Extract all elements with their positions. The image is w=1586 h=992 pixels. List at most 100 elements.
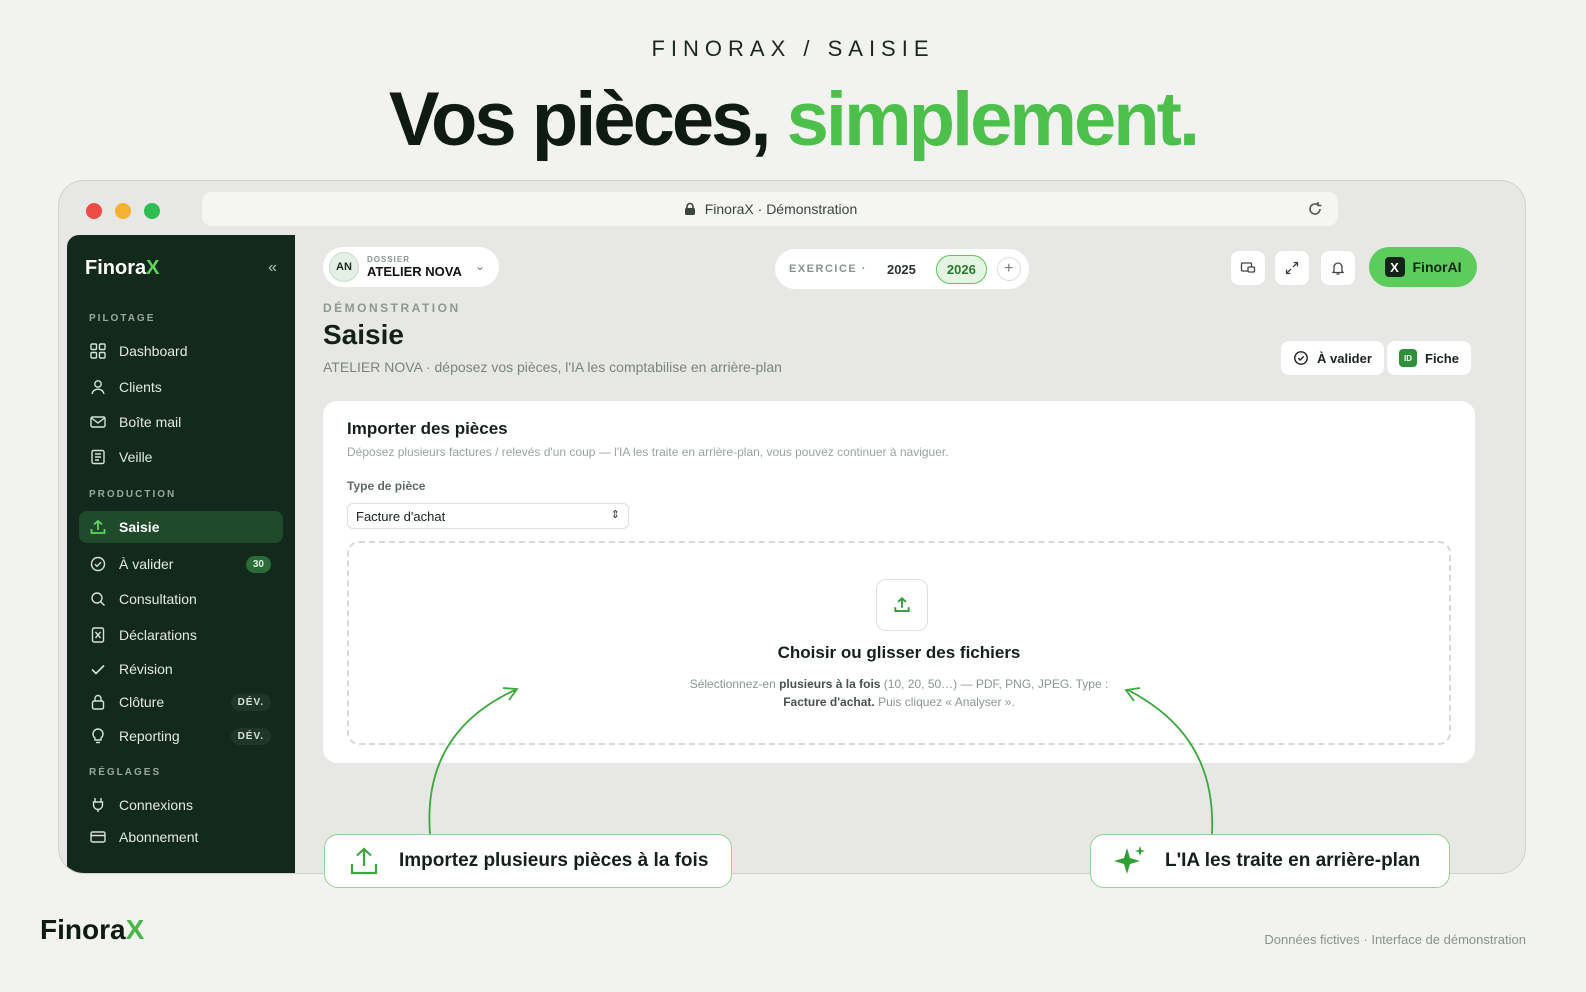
sidebar-item-revision[interactable]: Révision (79, 653, 283, 685)
page-title: Saisie (323, 319, 404, 350)
file-dropzone[interactable]: Choisir ou glisser des fichiers Sélectio… (347, 541, 1451, 745)
import-title: Importer des pièces (347, 419, 508, 438)
url-text: FinoraX · Démonstration (704, 201, 858, 217)
dossier-name: ATELIER NOVA (367, 264, 462, 279)
dev-badge: DÉV. (230, 727, 271, 745)
piece-type-select[interactable]: Facture d'achat ⇕ (347, 503, 629, 529)
dossier-avatar: AN (329, 252, 359, 282)
sidebar-item-dashboard[interactable]: Dashboard (79, 335, 283, 367)
finorai-logo: X (1384, 257, 1405, 277)
user-icon (91, 380, 105, 395)
page-subtitle: ATELIER NOVA · déposez vos pièces, l'IA … (323, 359, 782, 375)
sidebar-item-reporting[interactable]: Reporting DÉV. (79, 720, 283, 752)
section-reglages: RÉGLAGES (89, 767, 162, 778)
check-circle-icon (90, 556, 106, 572)
sidebar-item-label: À valider (119, 556, 174, 572)
search-icon (91, 592, 105, 606)
sidebar-brand[interactable]: FinoraX (85, 257, 159, 280)
sidebar-item-label: Abonnement (119, 829, 199, 845)
year-2026-button[interactable]: 2026 (935, 254, 987, 284)
sidebar-item-declarations[interactable]: Déclarations (79, 619, 283, 651)
check-icon (91, 664, 105, 675)
select-arrows-icon: ⇕ (610, 509, 620, 521)
footer-brand-name: Finora (40, 914, 126, 945)
check-circle-icon (1294, 351, 1308, 365)
piece-type-value: Facture d'achat (356, 508, 446, 524)
page-eyebrow: DÉMONSTRATION (323, 301, 461, 315)
newspaper-icon (91, 449, 105, 465)
close-window-dot[interactable] (86, 203, 102, 219)
grid-icon (90, 343, 106, 359)
dossier-label: DOSSIER (367, 255, 411, 264)
import-card: Importer des pièces Déposez plusieurs fa… (323, 401, 1475, 763)
fullscreen-button[interactable] (1275, 251, 1309, 285)
year-2025-button[interactable]: 2025 (877, 256, 926, 283)
brand-name: Finora (85, 257, 147, 279)
hero-title-main: Vos pièces, (388, 77, 787, 162)
footer-brand-x: X (125, 914, 145, 945)
lock-icon (91, 694, 105, 710)
lightbulb-icon (92, 728, 104, 744)
section-production: PRODUCTION (89, 489, 177, 500)
sidebar-item-saisie[interactable]: Saisie (79, 511, 283, 543)
a-valider-button[interactable]: À valider (1281, 341, 1384, 375)
sidebar-item-label: Consultation (119, 591, 197, 607)
collapse-sidebar-icon[interactable]: « (268, 259, 277, 277)
sidebar-item-veille[interactable]: Veille (79, 441, 283, 473)
window-switch-button[interactable] (1231, 251, 1265, 285)
dossier-text: DOSSIER ATELIER NOVA (367, 255, 462, 279)
dossier-selector[interactable]: AN DOSSIER ATELIER NOVA ⌄ (323, 247, 499, 287)
sidebar-item-cloture[interactable]: Clôture DÉV. (79, 686, 283, 718)
footer-note: Données fictives · Interface de démonstr… (1264, 932, 1526, 947)
sidebar-item-clients[interactable]: Clients (79, 371, 283, 403)
hint-bold: Facture d'achat. (783, 695, 875, 709)
sidebar-item-connexions[interactable]: Connexions (79, 789, 283, 821)
fiche-label: Fiche (1425, 350, 1459, 366)
expand-icon (1285, 261, 1299, 275)
hero-title: Vos pièces, simplement. (0, 76, 1586, 163)
add-year-button[interactable]: + (996, 257, 1021, 281)
upload-icon (894, 597, 910, 613)
plug-icon (92, 798, 104, 812)
sidebar-item-mail[interactable]: Boîte mail (79, 406, 283, 438)
upload-button[interactable] (876, 579, 928, 631)
hint-part: Puis cliquez « Analyser ». (874, 695, 1015, 709)
sidebar-item-label: Connexions (119, 797, 193, 813)
browser-window: FinoraX · Démonstration FinoraX « PILOTA… (58, 180, 1526, 874)
callout-ai-background: L'IA les traite en arrière-plan (1090, 834, 1450, 888)
sidebar-item-label: Saisie (119, 519, 160, 535)
a-valider-label: À valider (1317, 350, 1372, 366)
dropzone-title: Choisir ou glisser des fichiers (777, 643, 1021, 662)
minimize-window-dot[interactable] (115, 203, 131, 219)
footer-logo: FinoraX (40, 914, 144, 946)
bell-icon (1331, 262, 1345, 275)
hero-eyebrow: FINORAX / SAISIE (651, 36, 935, 61)
reload-icon[interactable] (1306, 200, 1324, 218)
sidebar-item-label: Clôture (119, 694, 165, 710)
hint-part: Sélectionnez-en (689, 677, 780, 691)
finorai-button[interactable]: X FinorAI (1369, 247, 1477, 287)
maximize-window-dot[interactable] (144, 203, 160, 219)
main-content: AN DOSSIER ATELIER NOVA ⌄ EXERCICE · 202… (295, 235, 1525, 873)
id-icon: ID (1399, 349, 1417, 367)
sidebar: FinoraX « PILOTAGE Dashboard Clients Boî… (67, 235, 295, 873)
callout-ai-background-text: L'IA les traite en arrière-plan (1165, 850, 1421, 871)
hint-bold: plusieurs à la fois (779, 677, 881, 691)
upload-icon (90, 519, 106, 534)
fiche-button[interactable]: ID Fiche (1387, 341, 1471, 375)
hint-part: (10, 20, 50…) — PDF, PNG, JPEG. Type : (880, 677, 1109, 691)
finorai-label: FinorAI (1412, 259, 1462, 275)
sidebar-item-abonnement[interactable]: Abonnement (79, 821, 283, 853)
address-bar[interactable]: FinoraX · Démonstration (202, 192, 1338, 226)
sidebar-item-label: Déclarations (119, 627, 197, 643)
notifications-button[interactable] (1321, 251, 1355, 285)
sidebar-item-label: Reporting (119, 728, 180, 744)
sparkle-icon (1114, 846, 1145, 874)
pending-count-badge: 30 (245, 555, 271, 573)
sidebar-item-a-valider[interactable]: À valider 30 (79, 548, 283, 580)
exercice-label: EXERCICE · (789, 263, 867, 275)
sidebar-item-consultation[interactable]: Consultation (79, 583, 283, 615)
monitor-icon (1240, 262, 1256, 273)
chevron-down-icon: ⌄ (474, 259, 485, 273)
upload-icon (350, 847, 378, 875)
